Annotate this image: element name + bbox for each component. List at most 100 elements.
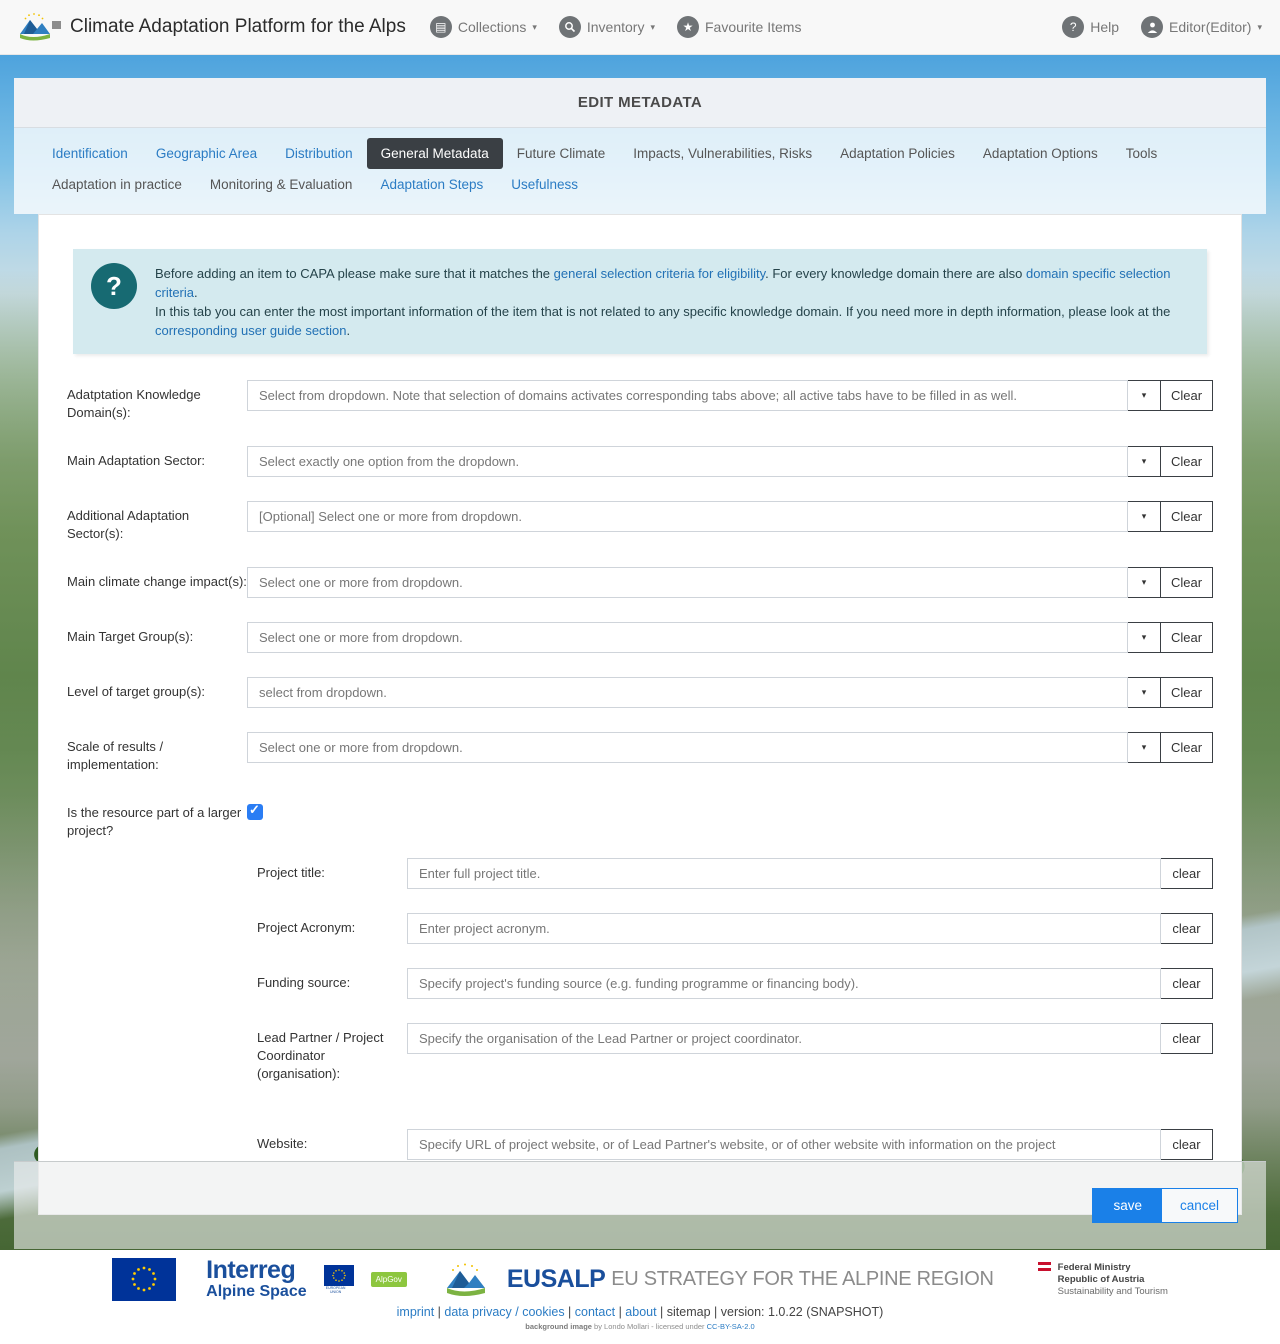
dropdown-toggle-level-of-target-groups[interactable]: ▾: [1128, 677, 1161, 708]
input-knowledge-domains[interactable]: Select from dropdown. Note that selectio…: [247, 380, 1128, 411]
label-level-of-target-groups: Level of target group(s):: [67, 677, 247, 701]
credit-text: by Londo Mollari - licensed under: [592, 1322, 707, 1331]
input-funding-source[interactable]: Specify project's funding source (e.g. f…: [407, 968, 1161, 999]
label-lead-partner: Lead Partner / Project Coordinator (orga…: [257, 1023, 407, 1083]
tab-monitoring-evaluation[interactable]: Monitoring & Evaluation: [196, 169, 367, 200]
capa-logo-icon: [18, 12, 62, 42]
nav-item-inventory[interactable]: Inventory ▾: [559, 16, 655, 38]
label-scale-of-results: Scale of results / implementation:: [67, 732, 247, 774]
dropdown-toggle-knowledge-domains[interactable]: ▾: [1128, 380, 1161, 411]
tab-identification[interactable]: Identification: [38, 138, 142, 169]
clear-button-funding-source[interactable]: clear: [1161, 968, 1213, 999]
control-additional-adaptation-sectors: [Optional] Select one or more from dropd…: [247, 501, 1213, 532]
clear-button-project-acronym[interactable]: clear: [1161, 913, 1213, 944]
link-user-guide-section[interactable]: corresponding user guide section: [155, 323, 347, 338]
clear-button-climate-change-impacts[interactable]: Clear: [1161, 567, 1213, 598]
field-row-climate-change-impacts: Main climate change impact(s): Select on…: [67, 567, 1213, 598]
footer-link-about[interactable]: about: [625, 1305, 656, 1319]
tab-general-metadata[interactable]: General Metadata: [367, 138, 503, 169]
nav-item-help[interactable]: ? Help: [1062, 16, 1119, 38]
clear-button-website[interactable]: clear: [1161, 1129, 1213, 1160]
clear-button-additional-adaptation-sectors[interactable]: Clear: [1161, 501, 1213, 532]
interreg-wordmark: Interreg: [206, 1258, 306, 1283]
control-climate-change-impacts: Select one or more from dropdown. ▾ Clea…: [247, 567, 1213, 598]
eusalp-mountain-icon: [445, 1262, 499, 1298]
input-project-title[interactable]: Enter full project title.: [407, 858, 1161, 889]
austria-line-3: Sustainability and Tourism: [1058, 1286, 1168, 1297]
dropdown-toggle-scale-of-results[interactable]: ▾: [1128, 732, 1161, 763]
footer-link-contact[interactable]: contact: [575, 1305, 615, 1319]
tab-tools[interactable]: Tools: [1112, 138, 1172, 169]
field-row-scale-of-results: Scale of results / implementation: Selec…: [67, 732, 1213, 774]
clear-button-scale-of-results[interactable]: Clear: [1161, 732, 1213, 763]
tab-row-1: Identification Geographic Area Distribut…: [38, 138, 1242, 169]
eu-small-caption: EUROPEAN UNION: [321, 1286, 351, 1294]
input-main-adaptation-sector[interactable]: Select exactly one option from the dropd…: [247, 446, 1128, 477]
search-icon: [559, 16, 581, 38]
field-row-project-title: Project title: Enter full project title.…: [257, 858, 1213, 889]
clear-button-main-target-groups[interactable]: Clear: [1161, 622, 1213, 653]
dropdown-toggle-main-target-groups[interactable]: ▾: [1128, 622, 1161, 653]
tab-row-2: Adaptation in practice Monitoring & Eval…: [38, 169, 1242, 200]
input-main-target-groups[interactable]: Select one or more from dropdown.: [247, 622, 1128, 653]
label-website: Website:: [257, 1129, 407, 1153]
clear-button-level-of-target-groups[interactable]: Clear: [1161, 677, 1213, 708]
eu-flag-small-icon: [324, 1265, 354, 1286]
label-project-title: Project title:: [257, 858, 407, 882]
tab-geographic-area[interactable]: Geographic Area: [142, 138, 271, 169]
input-additional-adaptation-sectors[interactable]: [Optional] Select one or more from dropd…: [247, 501, 1128, 532]
brand[interactable]: Climate Adaptation Platform for the Alps: [18, 12, 406, 42]
control-main-target-groups: Select one or more from dropdown. ▾ Clea…: [247, 622, 1213, 653]
tab-adaptation-options[interactable]: Adaptation Options: [969, 138, 1112, 169]
cancel-button[interactable]: cancel: [1162, 1189, 1237, 1222]
field-row-main-adaptation-sector: Main Adaptation Sector: Select exactly o…: [67, 446, 1213, 477]
input-level-of-target-groups[interactable]: select from dropdown.: [247, 677, 1128, 708]
action-bar: save cancel: [14, 1161, 1266, 1249]
control-website: Specify URL of project website, or of Le…: [407, 1129, 1213, 1160]
page-container: EDIT METADATA Identification Geographic …: [14, 78, 1266, 1241]
footer-link-imprint[interactable]: imprint: [397, 1305, 435, 1319]
tab-future-climate[interactable]: Future Climate: [503, 138, 620, 169]
label-additional-adaptation-sectors: Additional Adaptation Sector(s):: [67, 501, 247, 543]
austria-flag-icon: [1038, 1262, 1051, 1276]
clear-button-lead-partner[interactable]: clear: [1161, 1023, 1213, 1054]
checkbox-part-of-larger-project[interactable]: [247, 804, 263, 820]
tab-adaptation-in-practice[interactable]: Adaptation in practice: [38, 169, 196, 200]
nav-label-help: Help: [1090, 19, 1119, 35]
tab-impacts-vulnerabilities-risks[interactable]: Impacts, Vulnerabilities, Risks: [619, 138, 826, 169]
clear-button-knowledge-domains[interactable]: Clear: [1161, 380, 1213, 411]
credit-license-link[interactable]: CC-BY-SA-2.0: [707, 1322, 755, 1331]
footer-links: imprint | data privacy / cookies | conta…: [0, 1305, 1280, 1319]
footer-version: version: 1.0.22 (SNAPSHOT): [721, 1305, 884, 1319]
tab-usefulness[interactable]: Usefulness: [497, 169, 592, 200]
dropdown-toggle-climate-change-impacts[interactable]: ▾: [1128, 567, 1161, 598]
link-general-selection-criteria[interactable]: general selection criteria for eligibili…: [554, 266, 765, 281]
dropdown-toggle-main-adaptation-sector[interactable]: ▾: [1128, 446, 1161, 477]
field-row-level-of-target-groups: Level of target group(s): select from dr…: [67, 677, 1213, 708]
label-part-of-larger-project: Is the resource part of a larger project…: [67, 798, 247, 840]
user-icon: [1141, 16, 1163, 38]
clear-button-project-title[interactable]: clear: [1161, 858, 1213, 889]
input-project-acronym[interactable]: Enter project acronym.: [407, 913, 1161, 944]
tab-distribution[interactable]: Distribution: [271, 138, 367, 169]
tab-adaptation-steps[interactable]: Adaptation Steps: [366, 169, 497, 200]
input-scale-of-results[interactable]: Select one or more from dropdown.: [247, 732, 1128, 763]
info-text: Before adding an item to CAPA please mak…: [155, 263, 1189, 340]
input-lead-partner[interactable]: Specify the organisation of the Lead Par…: [407, 1023, 1161, 1054]
save-button[interactable]: save: [1093, 1189, 1162, 1222]
action-button-group: save cancel: [1092, 1188, 1238, 1223]
input-website[interactable]: Specify URL of project website, or of Le…: [407, 1129, 1161, 1160]
chevron-down-icon: ▾: [650, 22, 655, 33]
austria-line-2: Republic of Austria: [1058, 1274, 1145, 1285]
footer-link-data-privacy[interactable]: data privacy / cookies: [444, 1305, 564, 1319]
nav-item-favourite-items[interactable]: ★ Favourite Items: [677, 16, 801, 38]
dropdown-toggle-additional-adaptation-sectors[interactable]: ▾: [1128, 501, 1161, 532]
nav-item-user-menu[interactable]: Editor(Editor) ▾: [1141, 16, 1262, 38]
top-navbar: Climate Adaptation Platform for the Alps…: [0, 0, 1280, 55]
label-funding-source: Funding source:: [257, 968, 407, 992]
input-climate-change-impacts[interactable]: Select one or more from dropdown.: [247, 567, 1128, 598]
nav-item-collections[interactable]: ▤ Collections ▾: [430, 16, 537, 38]
tab-adaptation-policies[interactable]: Adaptation Policies: [826, 138, 969, 169]
clear-button-main-adaptation-sector[interactable]: Clear: [1161, 446, 1213, 477]
sep-5: |: [711, 1305, 721, 1319]
